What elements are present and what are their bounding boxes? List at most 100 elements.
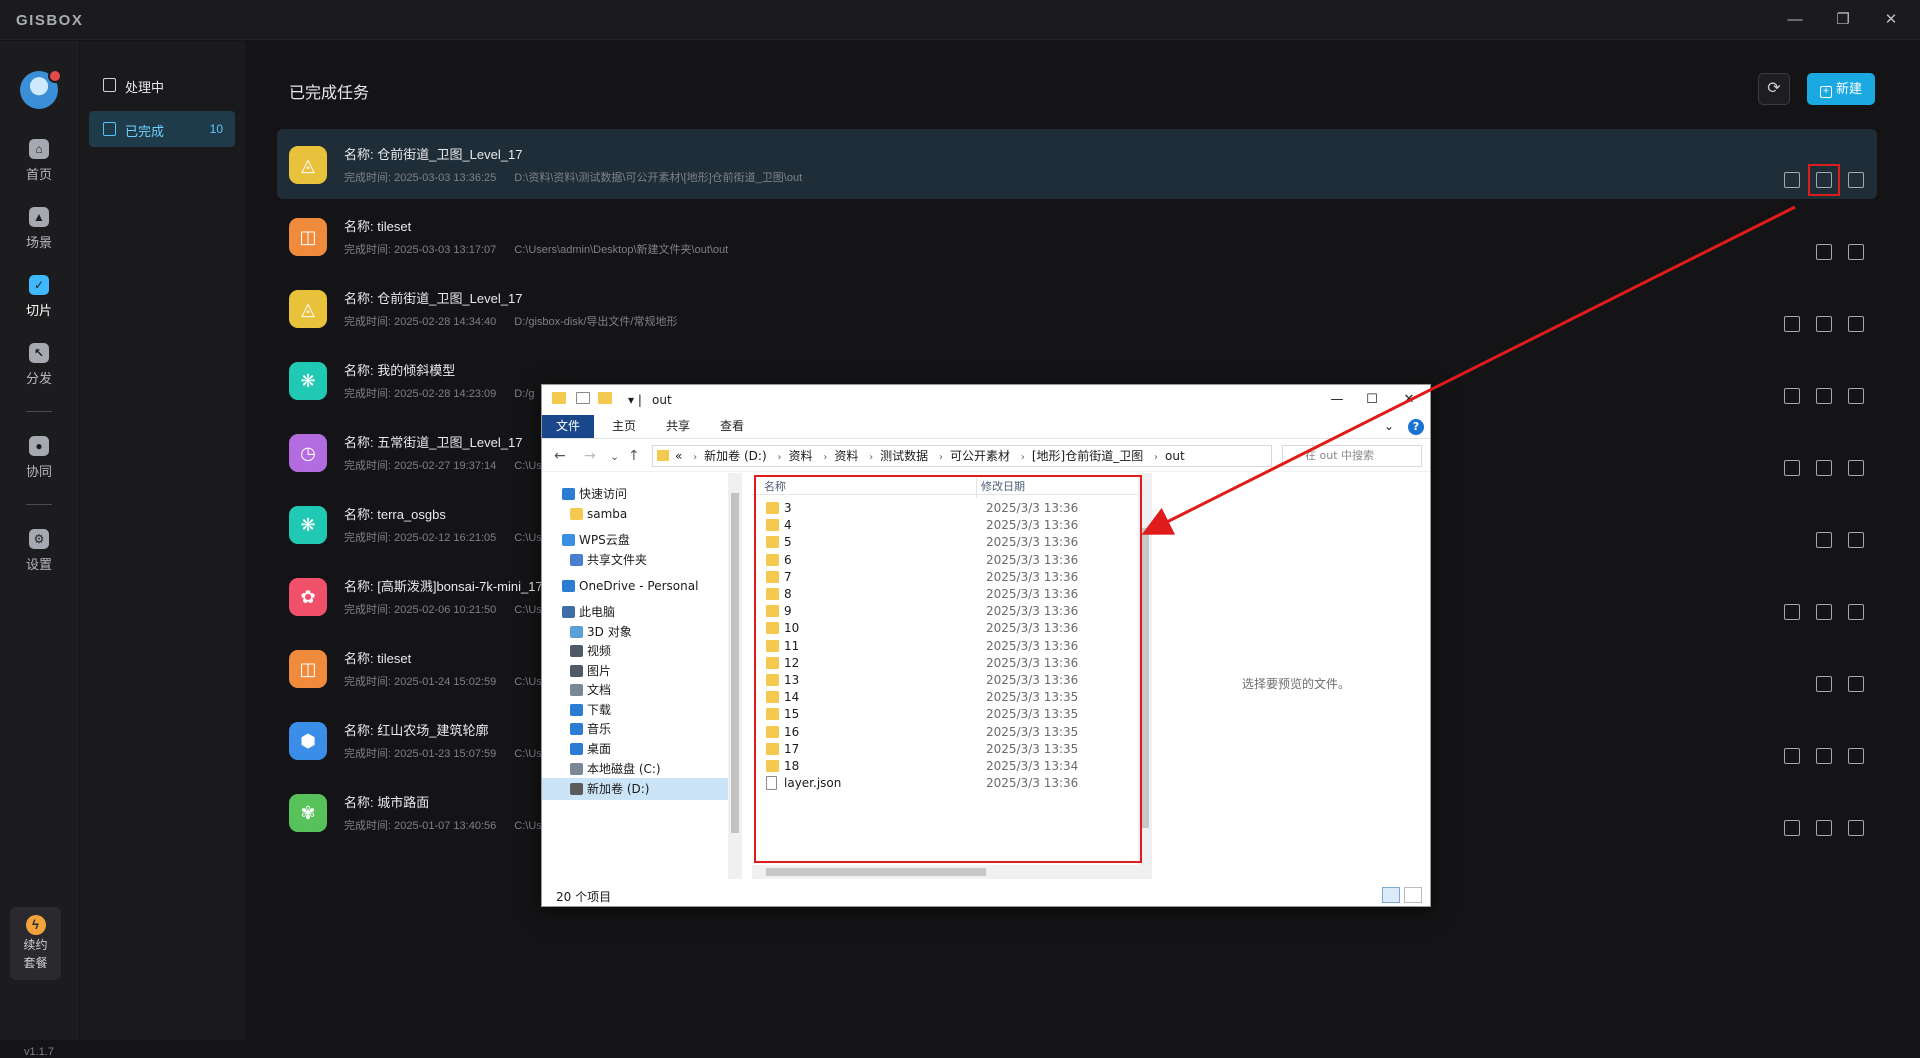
gear-icon: ⚙ (29, 529, 49, 549)
new-task-label: 新建 (1835, 81, 1862, 96)
nav-tree-item[interactable]: 视频 (542, 640, 728, 662)
nav-tree-item[interactable]: WPS云盘 (542, 529, 728, 551)
folder-open-icon[interactable] (1816, 676, 1832, 692)
details-view-button[interactable] (1382, 887, 1400, 903)
up-arrow-icon[interactable]: ↑ (628, 448, 640, 464)
breadcrumb-item[interactable]: 新加卷 (D:) (704, 449, 766, 463)
minimize-button[interactable]: — (1778, 6, 1812, 34)
close-button[interactable]: ✕ (1874, 6, 1908, 34)
delete-icon[interactable] (1848, 316, 1864, 332)
folder-open-icon[interactable] (1816, 388, 1832, 404)
delete-icon[interactable] (1848, 604, 1864, 620)
breadcrumb[interactable]: « › 新加卷 (D:) › 资料 › 资料 › 测试数据 › 可公开素材 › [地形]仓前… (652, 445, 1272, 467)
nav-tree-item[interactable]: 新加卷 (D:) (542, 778, 728, 800)
folder-open-icon[interactable] (1816, 532, 1832, 548)
explorer-close-button[interactable]: ✕ (1394, 389, 1424, 411)
nav-tree-item[interactable]: 共享文件夹 (542, 549, 728, 571)
nav-distribute[interactable]: ↖ 分发 (0, 343, 78, 399)
forward-arrow-icon[interactable]: → (584, 448, 596, 464)
delete-icon[interactable] (1848, 748, 1864, 764)
breadcrumb-item[interactable]: 资料 (834, 449, 858, 463)
subnav-processing[interactable]: 处理中 (89, 67, 235, 103)
scroll-thumb[interactable] (1141, 528, 1149, 828)
task-time: 完成时间: 2025-01-07 13:40:56 (344, 820, 497, 832)
search-input[interactable]: 在 out 中搜索 (1282, 445, 1422, 467)
dropdown-icon[interactable]: ▾ | (628, 393, 642, 407)
folder-open-icon[interactable] (1816, 244, 1832, 260)
delete-icon[interactable] (1848, 676, 1864, 692)
nav-tree-item[interactable]: 桌面 (542, 738, 728, 760)
breadcrumb-item[interactable]: [地形]仓前街道_卫图 (1032, 449, 1143, 463)
explorer-maximize-button[interactable]: ☐ (1357, 389, 1387, 411)
nav-tree-item[interactable]: 音乐 (542, 718, 728, 740)
folder-open-icon[interactable] (1816, 820, 1832, 836)
tiles-view-button[interactable] (1404, 887, 1422, 903)
tab-home[interactable]: 主页 (598, 415, 650, 438)
task-time: 完成时间: 2025-02-27 19:37:14 (344, 460, 497, 472)
tab-share[interactable]: 共享 (652, 415, 704, 438)
nav-tree-item[interactable]: 此电脑 (542, 601, 728, 623)
task-row[interactable]: ◫ 名称: tileset 完成时间: 2025-03-03 13:17:07 C… (277, 201, 1877, 271)
breadcrumb-item[interactable]: out (1165, 449, 1185, 463)
chevron-down-icon[interactable]: ⌄ (1384, 415, 1394, 438)
nav-scrollbar[interactable] (728, 473, 742, 879)
nav-tree-item[interactable]: OneDrive - Personal (542, 575, 728, 597)
nav-slice[interactable]: ✓ 切片 (0, 275, 78, 331)
subnav-completed[interactable]: 已完成 10 (89, 111, 235, 147)
breadcrumb-item[interactable]: 可公开素材 (950, 449, 1010, 463)
task-meta: 完成时间: 2025-02-27 19:37:14 C:\Us (344, 457, 542, 473)
nav-item-icon (570, 554, 583, 566)
tab-view[interactable]: 查看 (706, 415, 758, 438)
nav-tree-item[interactable]: 快速访问 (542, 483, 728, 505)
help-icon[interactable]: ? (1408, 419, 1424, 435)
breadcrumb-overflow[interactable]: « (675, 449, 682, 463)
new-task-button[interactable]: + 新建 (1807, 73, 1875, 105)
layers-icon[interactable] (1784, 820, 1800, 836)
delete-icon[interactable] (1848, 460, 1864, 476)
task-name: 名称: tileset (344, 219, 412, 234)
layers-icon[interactable] (1784, 604, 1800, 620)
folder-open-icon[interactable] (1816, 460, 1832, 476)
lock-icon: ● (29, 436, 49, 456)
task-name: 名称: [高斯泼溅]bonsai-7k-mini_17 (344, 579, 543, 594)
scroll-thumb[interactable] (731, 493, 739, 833)
nav-item-label: 桌面 (587, 742, 612, 756)
folder-open-icon[interactable] (1816, 604, 1832, 620)
restore-button[interactable]: ❐ (1826, 6, 1860, 34)
breadcrumb-item[interactable]: 测试数据 (880, 449, 928, 463)
renew-plan-button[interactable]: ϟ 续约 套餐 (10, 907, 61, 980)
task-row[interactable]: ◬ 名称: 仓前街道_卫图_Level_17 完成时间: 2025-02-28 … (277, 273, 1877, 343)
nav-settings[interactable]: ⚙ 设置 (0, 529, 78, 585)
nav-tree-item[interactable]: 本地磁盘 (C:) (542, 758, 728, 780)
delete-icon[interactable] (1848, 820, 1864, 836)
refresh-button[interactable]: ⟳ (1758, 73, 1790, 105)
nav-scene[interactable]: ▲ 场景 (0, 207, 78, 263)
task-row[interactable]: ◬ 名称: 仓前街道_卫图_Level_17 完成时间: 2025-03-03 … (277, 129, 1877, 199)
layers-icon[interactable] (1784, 316, 1800, 332)
layers-icon[interactable] (1784, 460, 1800, 476)
nav-tree-item[interactable]: 文档 (542, 679, 728, 701)
tab-file[interactable]: 文件 (542, 415, 595, 438)
delete-icon[interactable] (1848, 244, 1864, 260)
explorer-minimize-button[interactable]: — (1322, 389, 1352, 411)
layers-icon[interactable] (1784, 172, 1800, 188)
nav-tree-item[interactable]: samba (542, 503, 728, 525)
renew-label-line2: 套餐 (23, 956, 48, 970)
scroll-thumb[interactable] (766, 868, 986, 876)
checkbox-icon[interactable] (576, 392, 590, 404)
layers-icon[interactable] (1784, 388, 1800, 404)
nav-collab[interactable]: ● 协同 (0, 436, 78, 492)
delete-icon[interactable] (1848, 532, 1864, 548)
subnav-processing-label: 处理中 (125, 80, 165, 95)
delete-icon[interactable] (1848, 388, 1864, 404)
layers-icon[interactable] (1784, 748, 1800, 764)
chevron-down-icon[interactable]: ⌄ (610, 450, 619, 463)
folder-open-icon[interactable] (1816, 316, 1832, 332)
folder-open-icon[interactable] (1816, 748, 1832, 764)
horizontal-scrollbar[interactable] (752, 865, 1138, 879)
nav-home[interactable]: ⌂ 首页 (0, 139, 78, 195)
nav-item-label: 新加卷 (D:) (587, 782, 650, 796)
breadcrumb-item[interactable]: 资料 (788, 449, 812, 463)
back-arrow-icon[interactable]: ← (554, 448, 566, 464)
delete-icon[interactable] (1848, 172, 1864, 188)
